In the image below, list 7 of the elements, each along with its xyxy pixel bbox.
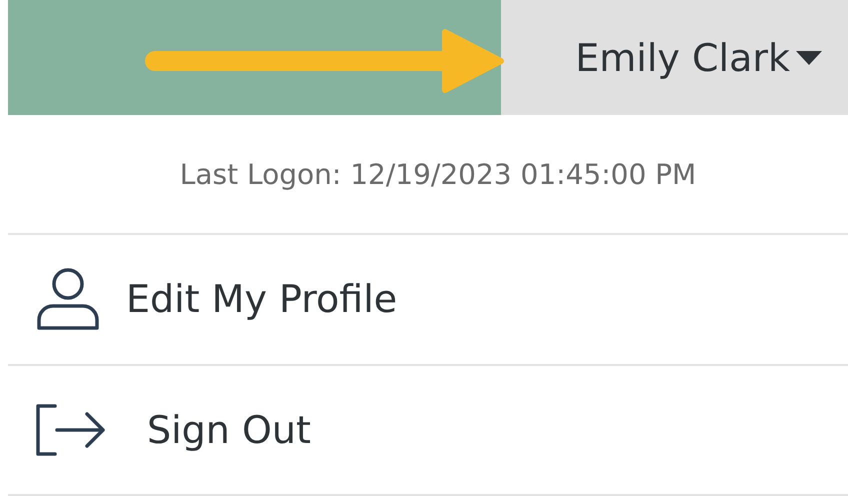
caret-icon bbox=[796, 50, 822, 64]
user-menu-button[interactable]: Emily Clark bbox=[501, 0, 848, 115]
last-logon-text: Last Logon: 12/19/2023 01:45:00 PM bbox=[180, 158, 696, 190]
edit-profile-link[interactable]: Edit My Profile bbox=[8, 235, 848, 364]
sign-out-link[interactable]: Sign Out bbox=[8, 364, 848, 494]
user-icon bbox=[35, 266, 101, 332]
sign-out-icon bbox=[35, 402, 107, 457]
